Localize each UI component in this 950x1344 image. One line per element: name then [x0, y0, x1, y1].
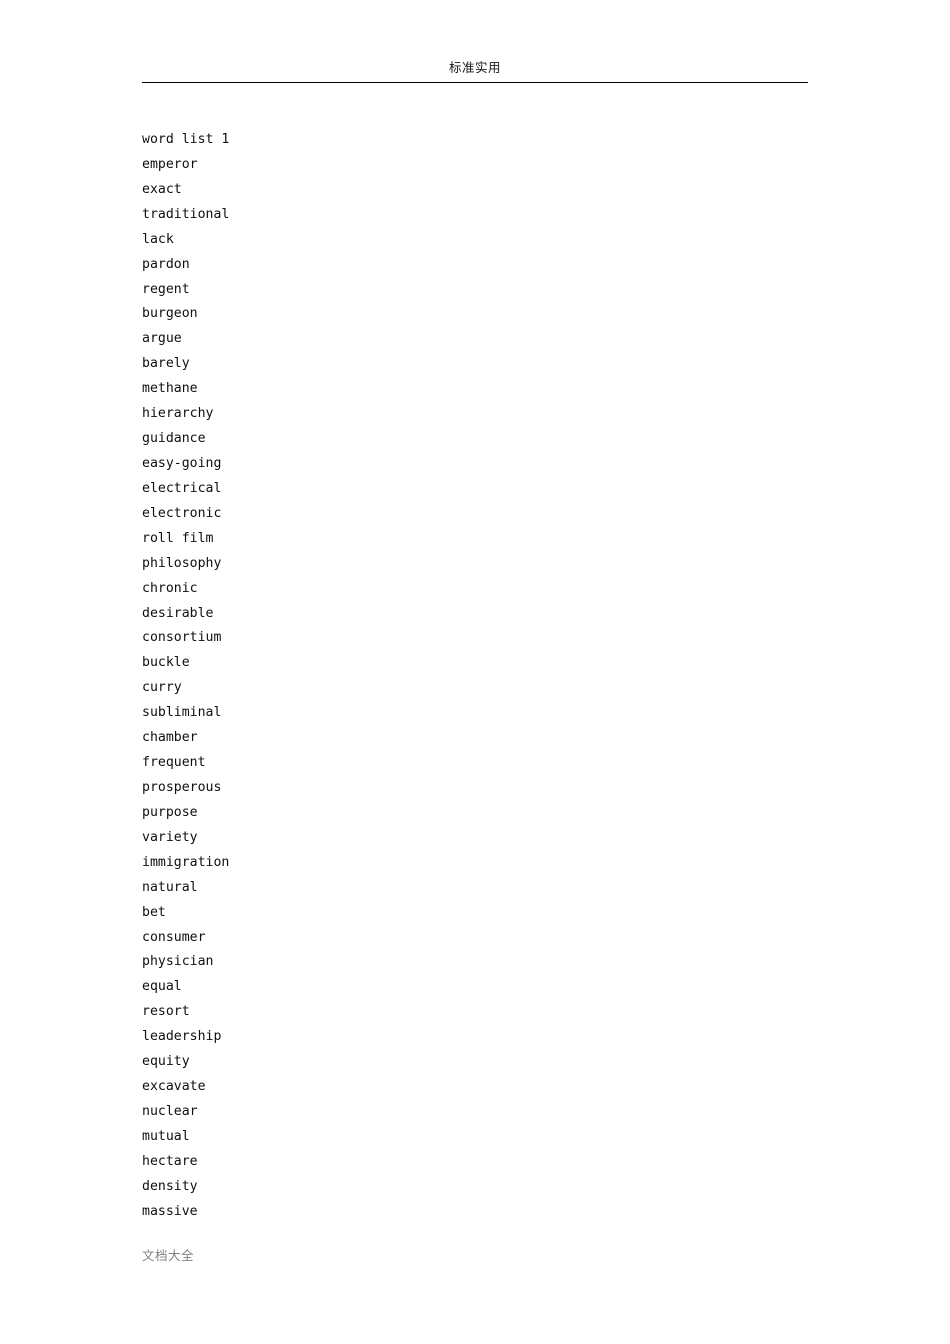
page-header: 标准实用: [142, 60, 808, 83]
word-list-item: barely: [142, 356, 190, 372]
word-list-item: exact: [142, 181, 182, 197]
word-list-item: bet: [142, 904, 166, 920]
word-list-item: emperor: [142, 156, 198, 172]
word-list-item: chronic: [142, 580, 198, 596]
word-list-item: variety: [142, 829, 198, 845]
header-title: 标准实用: [448, 61, 501, 75]
word-list-item: immigration: [142, 854, 230, 870]
word-list-item: lack: [142, 231, 174, 247]
word-list-item: consumer: [142, 929, 206, 945]
word-list-item: density: [142, 1178, 198, 1194]
word-list-item: desirable: [142, 605, 214, 621]
word-list-item: word list 1: [142, 132, 230, 147]
word-list-item: hectare: [142, 1153, 198, 1169]
word-list-item: chamber: [142, 730, 198, 746]
word-list-item: subliminal: [142, 705, 222, 721]
word-list-item: roll film: [142, 530, 214, 546]
word-list-item: burgeon: [142, 306, 198, 322]
document-page: 标准实用 word list 1 emperor exact traditional l…: [0, 0, 950, 1344]
word-list-item: curry: [142, 680, 182, 696]
word-list-item: physician: [142, 954, 214, 970]
word-list-item: leadership: [142, 1029, 222, 1045]
word-list-item: argue: [142, 331, 182, 347]
word-list-item: hierarchy: [142, 406, 214, 422]
word-list-item: methane: [142, 381, 198, 397]
word-list-item: resort: [142, 1004, 190, 1020]
word-list-item: prosperous: [142, 779, 222, 795]
word-list-item: philosophy: [142, 555, 222, 571]
word-list: word list 1 emperor exact traditional lack pa…: [142, 128, 808, 1225]
word-list-item: frequent: [142, 755, 206, 771]
word-list-item: regent: [142, 281, 190, 297]
word-list-item: pardon: [142, 256, 190, 272]
word-list-item: consortium: [142, 630, 222, 646]
footer-watermark-text: 文档大全: [142, 1249, 195, 1263]
word-list-item: guidance: [142, 431, 206, 447]
word-list-item: electronic: [142, 505, 222, 521]
word-list-item: traditional: [142, 206, 230, 222]
word-list-item: buckle: [142, 655, 190, 671]
word-list-item: equity: [142, 1054, 190, 1070]
word-list-item: massive: [142, 1203, 198, 1219]
page-footer: 文档大全: [142, 1248, 808, 1265]
word-list-item: purpose: [142, 804, 198, 820]
word-list-item: mutual: [142, 1128, 190, 1144]
word-list-item: natural: [142, 879, 198, 895]
word-list-item: equal: [142, 979, 182, 995]
word-list-item: nuclear: [142, 1103, 198, 1119]
word-list-item: electrical: [142, 480, 222, 496]
word-list-item: excavate: [142, 1079, 206, 1095]
header-rule-divider: [142, 82, 808, 83]
word-list-item: easy-going: [142, 455, 222, 471]
